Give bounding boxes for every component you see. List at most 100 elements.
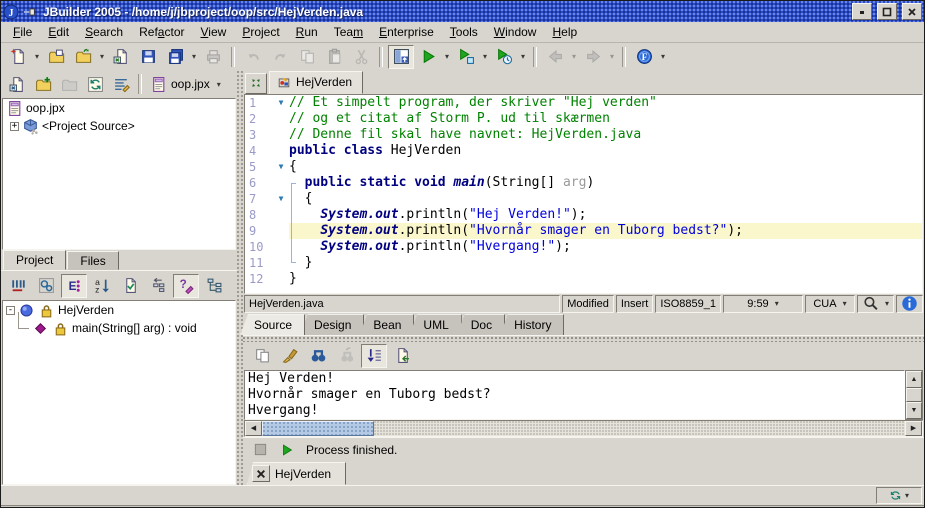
toolbar-run-dropdown[interactable]: ▾ (442, 46, 452, 68)
run-process-icon[interactable] (280, 443, 294, 457)
structure-sort-alphabetically-button[interactable]: az (89, 274, 115, 298)
structure-sort-visibility-button[interactable]: E (61, 274, 87, 298)
project-refresh-button[interactable] (82, 72, 108, 96)
toolbar-profile-button[interactable] (491, 45, 517, 69)
tab-project[interactable]: Project (3, 250, 66, 270)
message-splitter[interactable] (243, 335, 924, 342)
toolbar-reopen-dropdown[interactable]: ▾ (97, 46, 107, 68)
structure-structure-view-button[interactable] (201, 274, 227, 298)
stop-process-icon[interactable] (253, 442, 268, 457)
scroll-up-button[interactable]: ▲ (906, 371, 922, 388)
menu-file[interactable]: File (5, 23, 40, 41)
menu-view[interactable]: View (193, 23, 235, 41)
toolbar-new-dropdown[interactable]: ▾ (32, 46, 42, 68)
menu-window[interactable]: Window (486, 23, 545, 41)
code-line[interactable]: 1▼// Et simpelt program, der skriver "He… (245, 95, 922, 111)
code-line[interactable]: 3// Denne fil skal have navnet: HejVerde… (245, 127, 922, 143)
output-hscrollbar[interactable]: ◀ ▶ (244, 420, 923, 437)
message-find-button[interactable] (305, 344, 331, 368)
fold-marker-icon[interactable]: ▼ (273, 95, 289, 111)
structure-properties-button[interactable] (33, 274, 59, 298)
toolbar-new-button[interactable] (5, 45, 31, 69)
toolbar-save-all-dropdown[interactable]: ▾ (189, 46, 199, 68)
tree-expander[interactable]: - (6, 306, 15, 315)
status-caret-position[interactable]: 9:59▾ (723, 295, 803, 313)
menu-edit[interactable]: Edit (40, 23, 77, 41)
message-tab-hejverden[interactable]: HejVerden (247, 462, 346, 485)
toolbar-save-button[interactable] (135, 45, 161, 69)
message-copy-output-button[interactable] (249, 344, 275, 368)
message-save-output-button[interactable] (389, 344, 415, 368)
project-close-project-button[interactable] (4, 72, 30, 96)
structure-row[interactable]: -HejVerden (3, 301, 235, 319)
code-line[interactable]: 12} (245, 271, 922, 287)
menu-enterprise[interactable]: Enterprise (371, 23, 442, 41)
menu-project[interactable]: Project (234, 23, 287, 41)
toolbar-save-all-button[interactable] (162, 45, 188, 69)
pin-icon[interactable] (23, 5, 37, 19)
hscroll-thumb[interactable] (262, 421, 374, 436)
tree-row[interactable]: oop.jpx (3, 99, 235, 117)
code-line[interactable]: 11 } (245, 255, 922, 271)
menu-team[interactable]: Team (326, 23, 371, 41)
structure-show-inherited-button[interactable] (145, 274, 171, 298)
structure-row[interactable]: main(String[] arg) : void (3, 319, 235, 337)
menu-help[interactable]: Help (544, 23, 585, 41)
tree-expander[interactable]: + (10, 122, 19, 131)
scroll-right-button[interactable]: ▶ (905, 421, 922, 436)
toolbar-debug-dropdown[interactable]: ▾ (480, 46, 490, 68)
menu-tools[interactable]: Tools (442, 23, 486, 41)
output-vscrollbar[interactable]: ▲ ▼ (905, 370, 923, 420)
view-tab-design[interactable]: Design (300, 314, 364, 335)
tasks-dropdown-icon[interactable]: ▾ (905, 491, 909, 500)
code-line[interactable]: 8 System.out.println("Hej Verden!"); (245, 207, 922, 223)
message-clear-output-button[interactable] (277, 344, 303, 368)
maximize-editor-button[interactable] (245, 73, 267, 94)
editor-tab-hejverden[interactable]: HejVerden (269, 71, 363, 94)
minimize-button[interactable] (852, 3, 872, 20)
fold-marker-icon[interactable]: ▼ (273, 159, 289, 175)
code-line[interactable]: 6 public static void main(String[] arg) (245, 175, 922, 191)
toolbar-close-file-button[interactable] (108, 45, 134, 69)
close-message-tab-icon[interactable] (252, 465, 270, 482)
toolbar-profile-dropdown[interactable]: ▾ (518, 46, 528, 68)
fold-marker-icon[interactable]: ▼ (273, 191, 289, 207)
menu-refactor[interactable]: Refactor (131, 23, 192, 41)
view-tab-history[interactable]: History (500, 314, 564, 335)
menu-search[interactable]: Search (77, 23, 131, 41)
keymap-dropdown-icon[interactable]: ▾ (843, 299, 847, 308)
scroll-down-button[interactable]: ▼ (906, 402, 922, 419)
view-tab-bean[interactable]: Bean (359, 314, 414, 335)
titlebar[interactable]: J JBuilder 2005 - /home/j/jbproject/oop/… (1, 1, 924, 22)
menu-run[interactable]: Run (288, 23, 326, 41)
code-line[interactable]: 10 System.out.println("Hvergang!"); (245, 239, 922, 255)
project-add-files-button[interactable] (30, 72, 56, 96)
view-tab-source[interactable]: Source (240, 314, 305, 335)
search-tool-button[interactable]: ▾ (857, 295, 894, 313)
code-line[interactable]: 9 System.out.println("Hvornår smager en … (245, 223, 922, 239)
process-output[interactable]: Hej Verden!Hvornår smager en Tuborg beds… (244, 370, 905, 420)
view-tab-doc[interactable]: Doc (457, 314, 505, 335)
status-keymap[interactable]: CUA▾ (805, 295, 855, 313)
background-tasks-indicator[interactable]: ▾ (876, 487, 922, 504)
toolbar-help-browser-dropdown[interactable]: ▾ (658, 46, 668, 68)
project-project-properties-button[interactable] (108, 72, 134, 96)
project-selector[interactable]: oop.jpx▾ (146, 71, 228, 97)
code-line[interactable]: 2// og et citat af Storm P. ud til skærm… (245, 111, 922, 127)
close-button[interactable] (902, 3, 922, 20)
tab-files[interactable]: Files (67, 251, 118, 270)
scroll-left-button[interactable]: ◀ (245, 421, 262, 436)
code-line[interactable]: 4public class HejVerden (245, 143, 922, 159)
message-wrap-output-button[interactable] (361, 344, 387, 368)
structure-imports-button[interactable] (5, 274, 31, 298)
maximize-button[interactable] (877, 3, 897, 20)
view-tab-uml[interactable]: UML (409, 314, 461, 335)
toolbar-help-browser-button[interactable]: F (631, 45, 657, 69)
toolbar-debug-button[interactable] (453, 45, 479, 69)
structure-javadoc-conflicts-button[interactable] (117, 274, 143, 298)
code-editor[interactable]: 1▼// Et simpelt program, der skriver "He… (244, 94, 923, 294)
vscroll-thumb[interactable] (906, 388, 922, 402)
caret-dropdown-icon[interactable]: ▾ (775, 299, 779, 308)
toolbar-open-file-button[interactable] (43, 45, 69, 69)
code-line[interactable]: 5▼{ (245, 159, 922, 175)
